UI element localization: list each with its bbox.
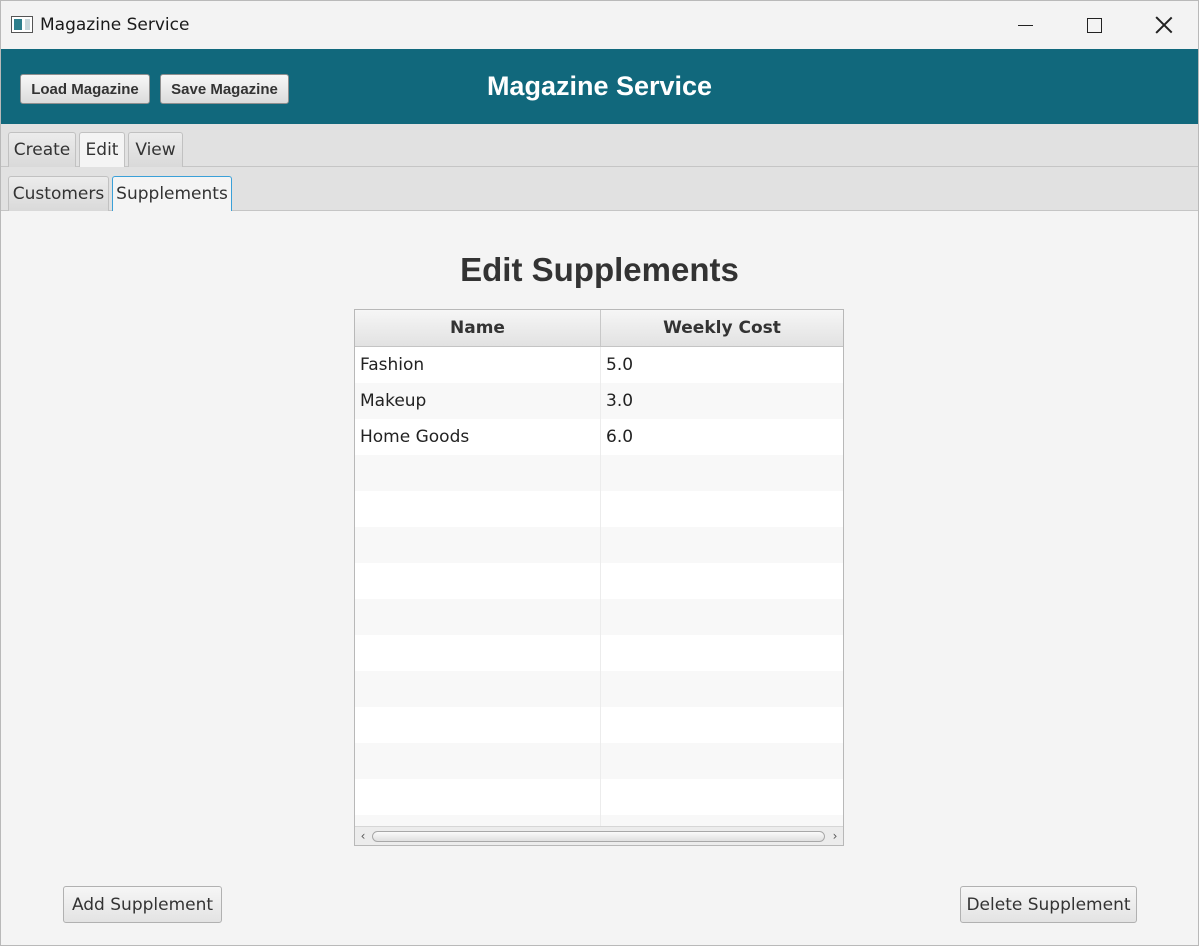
- delete-supplement-button[interactable]: Delete Supplement: [960, 886, 1137, 923]
- close-button[interactable]: [1129, 1, 1199, 49]
- empty-cell: [355, 635, 601, 671]
- cell-name: Fashion: [355, 347, 601, 383]
- header-title: Magazine Service: [486, 71, 713, 101]
- column-header-name[interactable]: Name: [355, 310, 601, 346]
- empty-row: [355, 779, 843, 815]
- table-row[interactable]: Makeup 3.0: [355, 383, 843, 419]
- empty-cell: [355, 707, 601, 743]
- cell-weekly-cost: 3.0: [606, 391, 634, 411]
- empty-cell: [355, 491, 601, 527]
- empty-cell: [601, 779, 843, 815]
- empty-cell: [601, 563, 843, 599]
- tab-edit[interactable]: Edit: [79, 132, 125, 167]
- empty-cell: [601, 671, 843, 707]
- horizontal-scrollbar[interactable]: ‹ ›: [355, 826, 843, 845]
- empty-row: [355, 635, 843, 671]
- supplements-table[interactable]: Name Weekly Cost Fashion 5.0 Makeup 3.0 …: [354, 309, 844, 846]
- tab-create[interactable]: Create: [8, 132, 76, 167]
- empty-row: [355, 671, 843, 707]
- tab-view[interactable]: View: [128, 132, 183, 167]
- empty-cell: [601, 599, 843, 635]
- empty-cell: [355, 779, 601, 815]
- table-row[interactable]: Fashion 5.0: [355, 347, 843, 383]
- empty-row: [355, 491, 843, 527]
- scrollbar-thumb[interactable]: [372, 831, 825, 842]
- empty-cell: [601, 815, 843, 826]
- empty-cell: [601, 707, 843, 743]
- main-tab-bar: Create Edit View: [1, 124, 1198, 167]
- tab-supplements[interactable]: Supplements: [112, 176, 232, 211]
- add-supplement-button[interactable]: Add Supplement: [63, 886, 222, 923]
- scroll-right-icon[interactable]: ›: [829, 830, 841, 842]
- empty-row: [355, 743, 843, 779]
- app-icon: [11, 16, 33, 33]
- empty-cell: [355, 815, 601, 826]
- empty-cell: [601, 527, 843, 563]
- scroll-left-icon[interactable]: ‹: [357, 830, 369, 842]
- empty-row: [355, 527, 843, 563]
- column-header-weekly-cost[interactable]: Weekly Cost: [601, 310, 843, 346]
- empty-row: [355, 599, 843, 635]
- empty-cell: [355, 599, 601, 635]
- title-bar[interactable]: Magazine Service: [1, 1, 1198, 49]
- cell-name: Makeup: [355, 383, 601, 419]
- table-row[interactable]: Home Goods 6.0: [355, 419, 843, 455]
- empty-cell: [601, 635, 843, 671]
- empty-cell: [601, 455, 843, 491]
- table-body: Fashion 5.0 Makeup 3.0 Home Goods 6.0: [355, 347, 843, 826]
- empty-cell: [355, 455, 601, 491]
- minimize-icon: [1017, 24, 1033, 26]
- tab-customers[interactable]: Customers: [8, 176, 109, 211]
- maximize-button[interactable]: [1059, 1, 1129, 49]
- empty-cell: [355, 563, 601, 599]
- empty-row: [355, 815, 843, 826]
- empty-cell: [355, 671, 601, 707]
- maximize-icon: [1086, 17, 1102, 33]
- empty-row: [355, 707, 843, 743]
- cell-weekly-cost: 5.0: [606, 355, 634, 375]
- app-header: Load Magazine Save Magazine Magazine Ser…: [1, 49, 1198, 124]
- cell-name: Home Goods: [355, 419, 601, 455]
- empty-cell: [355, 527, 601, 563]
- empty-row: [355, 455, 843, 491]
- cell-weekly-cost: 6.0: [606, 427, 634, 447]
- empty-cell: [601, 743, 843, 779]
- empty-row: [355, 563, 843, 599]
- window-title: Magazine Service: [40, 15, 190, 35]
- close-icon: [1155, 16, 1173, 34]
- page-title: Edit Supplements: [460, 251, 739, 288]
- sub-tab-bar: Customers Supplements: [1, 167, 1198, 211]
- table-header: Name Weekly Cost: [355, 310, 843, 347]
- empty-cell: [355, 743, 601, 779]
- empty-cell: [601, 491, 843, 527]
- minimize-button[interactable]: [990, 1, 1060, 49]
- application-window: Magazine Service Load Magazine Save Maga…: [0, 0, 1199, 946]
